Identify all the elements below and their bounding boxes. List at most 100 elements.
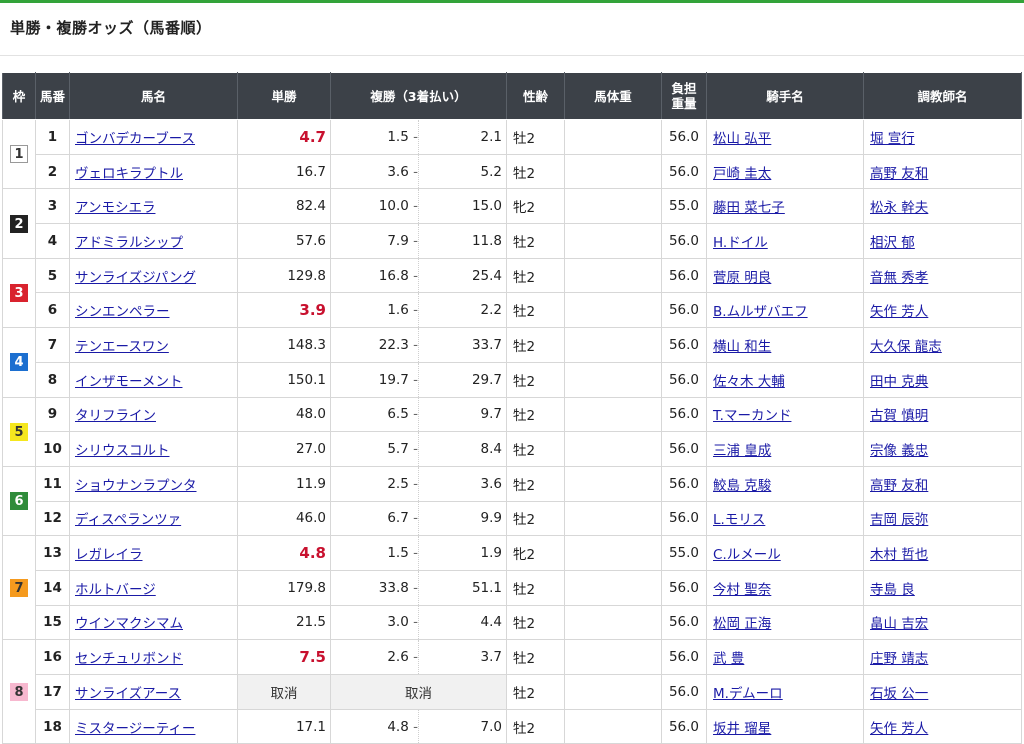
- burden-weight: 56.0: [661, 604, 708, 641]
- waku-cell: 4: [2, 327, 36, 398]
- place-odds-low-cell: 22.3 -: [330, 327, 419, 363]
- horse-number: 15: [35, 604, 70, 641]
- trainer-cell: 相沢 郁: [863, 223, 1023, 259]
- jockey-link[interactable]: 松山 弘平: [713, 131, 771, 147]
- horse-name-link[interactable]: ディスペランツァ: [75, 512, 181, 528]
- horse-name-link[interactable]: ホルトバージ: [75, 582, 156, 598]
- table-row: 2 3 アンモシエラ 82.4 10.0 -15.0 牝2 55.0 藤田 菜七子 松永 幹夫: [2, 188, 1023, 259]
- horse-name-link[interactable]: アンモシエラ: [75, 200, 155, 216]
- jockey-cell: 横山 和生: [706, 327, 865, 363]
- horse-name-link[interactable]: サンライズジパング: [75, 270, 196, 286]
- win-odds: 150.1: [237, 361, 331, 398]
- horse-name-link[interactable]: センチュリボンド: [75, 651, 183, 667]
- win-odds: 57.6: [237, 223, 331, 259]
- horse-name-link[interactable]: アドミラルシップ: [75, 235, 183, 251]
- burden-weight: 56.0: [661, 431, 708, 467]
- trainer-link[interactable]: 堀 宣行: [870, 131, 915, 147]
- trainer-link[interactable]: 矢作 芳人: [870, 304, 928, 320]
- range-dash: -: [408, 371, 418, 388]
- jockey-link[interactable]: 武 豊: [713, 651, 744, 667]
- col-header-trainer: 調教師名: [863, 72, 1023, 120]
- horse-name-link[interactable]: インザモーメント: [75, 374, 182, 390]
- range-dash: -: [408, 510, 418, 527]
- burden-weight: 56.0: [661, 292, 708, 329]
- trainer-link[interactable]: 吉岡 辰弥: [870, 512, 928, 528]
- sex-age: 牝2: [506, 188, 566, 225]
- table-row: 6 11 ショウナンラプンタ 11.9 2.5 -3.6 牡2 56.0 鮫島 克駿 高野 友和: [2, 465, 1023, 537]
- trainer-link[interactable]: 高野 友和: [870, 166, 928, 182]
- horse-name-link[interactable]: サンライズアース: [75, 686, 181, 702]
- jockey-link[interactable]: 三浦 皇成: [713, 443, 771, 459]
- trainer-link[interactable]: 矢作 芳人: [870, 721, 928, 737]
- trainer-cell: 大久保 龍志: [863, 327, 1023, 363]
- place-odds-low: 1.6: [387, 302, 409, 319]
- horse-name-link[interactable]: ショウナンラプンタ: [75, 478, 197, 494]
- trainer-link[interactable]: 松永 幹夫: [870, 200, 928, 216]
- horse-name-link[interactable]: テンエースワン: [75, 339, 169, 355]
- body-weight: [564, 119, 663, 155]
- jockey-link[interactable]: T.マーカンド: [713, 408, 791, 424]
- jockey-cell: 戸崎 圭太: [706, 153, 865, 190]
- horse-name-link[interactable]: シリウスコルト: [75, 443, 170, 459]
- range-dash: -: [408, 406, 418, 423]
- body-weight: [564, 257, 663, 294]
- place-odds-high: 2.2: [417, 292, 508, 329]
- odds-table-body: 1 1 ゴンバデカーブース 4.7 1.5 -2.1 牡2 56.0 松山 弘平堀 宣行 2 ヴェ…: [2, 118, 1023, 744]
- jockey-link[interactable]: B.ムルザバエフ: [713, 304, 808, 320]
- trainer-link[interactable]: 宗像 義忠: [870, 443, 928, 459]
- jockey-cell: 武 豊: [706, 639, 865, 675]
- sex-age: 牡2: [506, 257, 566, 294]
- jockey-link[interactable]: 坂井 瑠星: [713, 721, 771, 737]
- place-odds-low-cell: 6.5 -: [330, 396, 419, 433]
- trainer-link[interactable]: 大久保 龍志: [870, 339, 942, 355]
- sex-age: 牡2: [506, 396, 566, 433]
- horse-name-link[interactable]: シンエンペラー: [75, 304, 170, 320]
- trainer-link[interactable]: 寺島 良: [870, 582, 915, 598]
- jockey-link[interactable]: 佐々木 大輔: [713, 374, 785, 390]
- trainer-link[interactable]: 音無 秀孝: [870, 270, 928, 286]
- jockey-link[interactable]: 菅原 明良: [713, 270, 771, 286]
- jockey-link[interactable]: L.モリス: [713, 512, 765, 528]
- trainer-link[interactable]: 木村 哲也: [870, 547, 928, 563]
- jockey-link[interactable]: 鮫島 克駿: [713, 478, 771, 494]
- waku-badge: 3: [10, 283, 28, 302]
- jockey-link[interactable]: H.ドイル: [713, 235, 768, 251]
- horse-name-link[interactable]: ヴェロキラプトル: [75, 166, 183, 182]
- jockey-link[interactable]: 横山 和生: [713, 339, 771, 355]
- trainer-link[interactable]: 畠山 吉宏: [870, 616, 928, 632]
- trainer-link[interactable]: 高野 友和: [870, 478, 928, 494]
- col-header-body-weight: 馬体重: [564, 72, 663, 120]
- place-odds-low: 4.8: [387, 718, 409, 735]
- waku-badge: 2: [10, 214, 28, 233]
- trainer-link[interactable]: 石坂 公一: [870, 686, 928, 702]
- jockey-cell: C.ルメール: [706, 535, 865, 571]
- jockey-link[interactable]: 藤田 菜七子: [713, 200, 785, 216]
- trainer-cell: 吉岡 辰弥: [863, 500, 1023, 537]
- horse-name-link[interactable]: タリフライン: [75, 408, 156, 424]
- sex-age: 牡2: [506, 639, 566, 675]
- trainer-cell: 畠山 吉宏: [863, 604, 1023, 641]
- horse-name-cell: アドミラルシップ: [69, 223, 238, 259]
- jockey-link[interactable]: 戸崎 圭太: [713, 166, 771, 182]
- horse-name-link[interactable]: レガレイラ: [75, 547, 143, 563]
- jockey-link[interactable]: 松岡 正海: [713, 616, 771, 632]
- body-weight: [564, 465, 663, 502]
- jockey-link[interactable]: 今村 聖奈: [713, 582, 771, 598]
- horse-name-link[interactable]: ゴンバデカーブース: [75, 131, 195, 147]
- horse-name-cell: インザモーメント: [69, 361, 238, 398]
- horse-name-link[interactable]: ウインマクシマム: [75, 616, 183, 632]
- horse-name-link[interactable]: ミスタージーティー: [75, 721, 195, 737]
- place-odds-low: 2.6: [387, 649, 409, 666]
- trainer-link[interactable]: 古賀 慎明: [870, 408, 928, 424]
- jockey-link[interactable]: M.デムーロ: [713, 686, 783, 702]
- range-dash: -: [408, 163, 418, 180]
- place-odds-low-cell: 5.7 -: [330, 431, 419, 467]
- table-row: 4 アドミラルシップ 57.6 7.9 -11.8 牡2 56.0 H.ドイル 相沢 郁: [3, 223, 1023, 259]
- table-row: 6 シンエンペラー 3.9 1.6 -2.2 牡2 56.0 B.ムルザバエフ 矢作 芳人: [3, 292, 1023, 329]
- trainer-link[interactable]: 庄野 靖志: [870, 651, 928, 667]
- burden-weight: 56.0: [661, 639, 708, 675]
- jockey-link[interactable]: C.ルメール: [713, 547, 781, 563]
- trainer-link[interactable]: 田中 克典: [870, 374, 928, 390]
- burden-weight: 56.0: [661, 119, 708, 155]
- trainer-link[interactable]: 相沢 郁: [870, 235, 915, 251]
